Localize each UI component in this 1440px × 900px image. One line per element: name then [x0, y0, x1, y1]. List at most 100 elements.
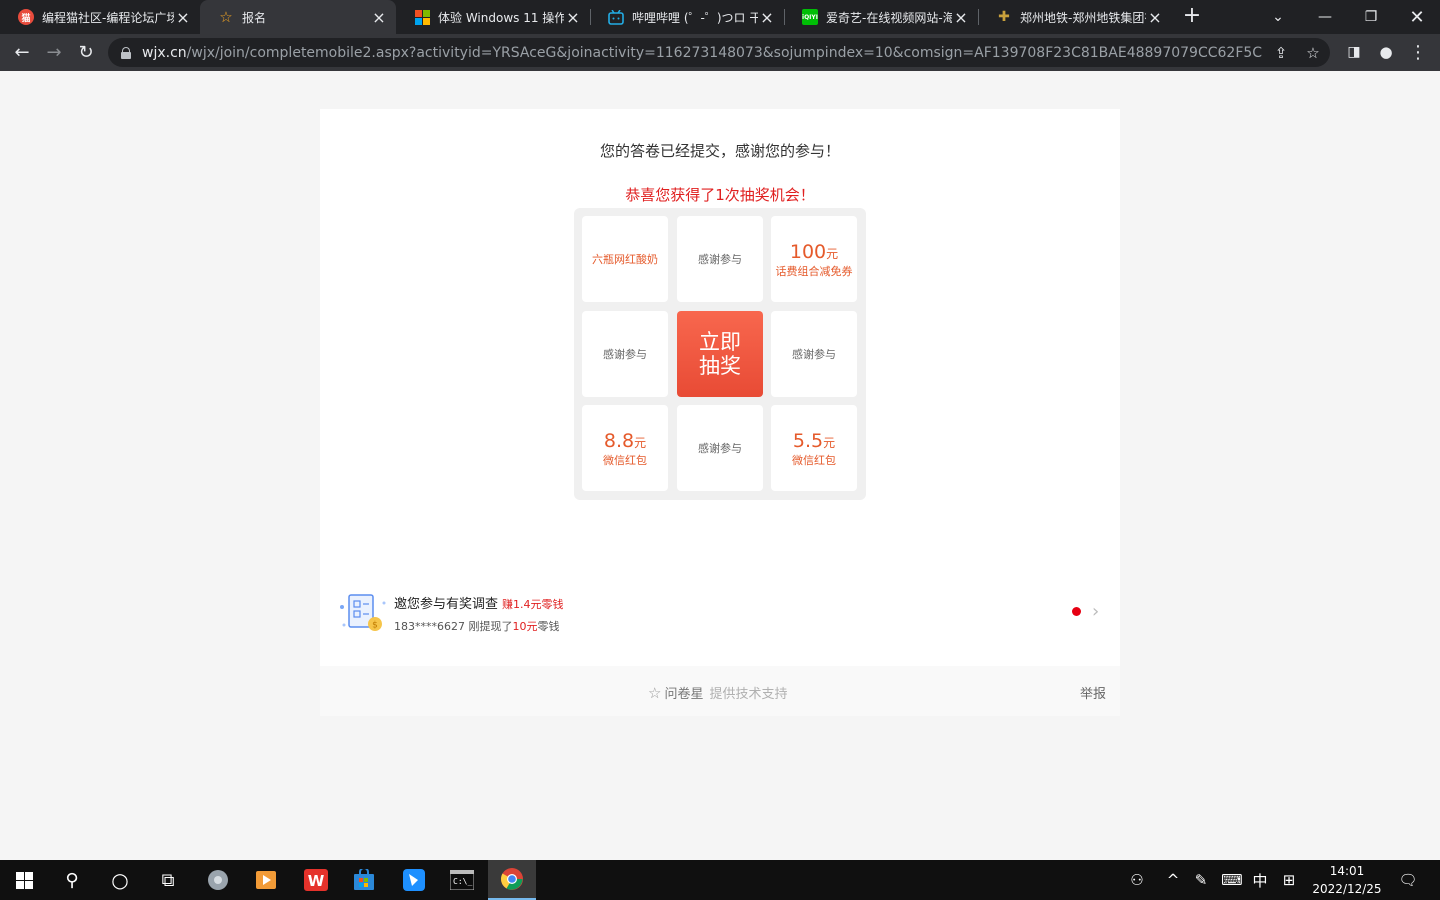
- share-icon[interactable]: ⇪: [1272, 44, 1290, 62]
- tab-title: 报名: [242, 10, 267, 25]
- prize-cell-wechat-5-5: 5.5元 微信红包: [771, 405, 857, 491]
- close-icon[interactable]: ×: [174, 8, 192, 27]
- brand-name: 问卷星: [664, 687, 704, 702]
- prize-label: 感谢参与: [698, 253, 742, 266]
- survey-promo-banner[interactable]: $ 邀您参与有奖调查 赚1.4元零钱 183****6627 刚提现了10元零钱 …: [338, 589, 1108, 639]
- disk-app-icon[interactable]: [194, 860, 242, 900]
- tab-baoming[interactable]: ☆ 报名 ×: [200, 0, 396, 34]
- close-icon[interactable]: ×: [952, 8, 970, 27]
- prize-label: 感谢参与: [603, 348, 647, 361]
- codemao-icon: 猫: [18, 9, 34, 25]
- promo-sub-suffix: 零钱: [537, 620, 560, 633]
- tab-title: 体验 Windows 11 操作系统: [438, 10, 564, 25]
- prize-cell-thanks: 感谢参与: [771, 311, 857, 397]
- feishu-app-icon[interactable]: [390, 860, 438, 900]
- svg-text:C:\_: C:\_: [453, 877, 472, 886]
- prize-amount: 5.5元: [793, 430, 835, 454]
- forward-arrow-icon[interactable]: →: [40, 38, 68, 66]
- clock-time: 14:01: [1329, 864, 1365, 878]
- close-icon[interactable]: ×: [370, 8, 388, 27]
- star-icon: ☆: [219, 8, 233, 26]
- ime-mode-icon[interactable]: ⊞: [1276, 860, 1302, 900]
- close-window-button[interactable]: ✕: [1394, 0, 1440, 34]
- report-link[interactable]: 举报: [1080, 683, 1106, 702]
- result-card: 您的答卷已经提交，感谢您的参与！ 恭喜您获得了1次抽奖机会！ 六瓶网红酸奶 感谢…: [320, 109, 1120, 666]
- amount-unit: 元: [634, 435, 647, 450]
- prize-label: 感谢参与: [792, 348, 836, 361]
- prize-label: 微信红包: [792, 453, 836, 467]
- prize-cell-yogurt: 六瓶网红酸奶: [582, 216, 668, 302]
- cortana-icon[interactable]: ○: [96, 860, 144, 900]
- prize-cell-thanks: 感谢参与: [677, 405, 763, 491]
- chevron-right-icon[interactable]: ›: [1092, 601, 1106, 622]
- people-icon[interactable]: ⚇: [1124, 860, 1150, 900]
- amount-unit: 元: [826, 246, 839, 261]
- tech-support-text: 提供技术支持: [709, 687, 788, 702]
- tab-title: 哔哩哔哩 (゜-゜)つロ 干杯: [632, 10, 758, 25]
- tab-bilibili[interactable]: 哔哩哔哩 (゜-゜)つロ 干杯 ×: [590, 0, 784, 34]
- wps-office-icon[interactable]: W: [292, 860, 340, 900]
- chevron-up-icon[interactable]: ^: [1160, 860, 1186, 900]
- back-arrow-icon[interactable]: ←: [8, 38, 36, 66]
- pen-icon[interactable]: ✎: [1188, 860, 1214, 900]
- reload-icon[interactable]: ↻: [72, 38, 100, 66]
- tab-search-chevron-icon[interactable]: ⌄: [1255, 0, 1301, 34]
- iqiyi-icon: iQIYI: [802, 9, 818, 25]
- store-icon[interactable]: [340, 860, 388, 900]
- search-icon[interactable]: ⚲: [48, 860, 96, 900]
- amount-unit: 元: [823, 435, 836, 450]
- ime-indicator[interactable]: 中: [1248, 860, 1272, 900]
- side-panel-icon[interactable]: ◨: [1340, 38, 1368, 66]
- address-bar[interactable]: wjx.cn/wjx/join/completemobile2.aspx?act…: [108, 38, 1330, 67]
- notification-center-icon[interactable]: 🗨: [1394, 860, 1422, 900]
- tab-strip: 猫 编程猫社区-编程论坛广场 × ☆ 报名 × 体验 Windows 11 操作…: [0, 0, 1440, 34]
- profile-icon[interactable]: ●: [1372, 38, 1400, 66]
- close-icon[interactable]: ×: [564, 8, 582, 27]
- promo-sub-user: 183****6627 刚提现了: [394, 620, 513, 633]
- wjx-brand[interactable]: ☆ 问卷星 提供技术支持: [648, 683, 788, 703]
- prize-cell-wechat-8-8: 8.8元 微信红包: [582, 405, 668, 491]
- chrome-icon[interactable]: [488, 860, 536, 900]
- restore-button[interactable]: ❐: [1348, 0, 1394, 34]
- lottery-grid: 六瓶网红酸奶 感谢参与 100元 话费组合减免券 感谢参与 立即抽奖 感谢参与 …: [574, 208, 866, 500]
- prize-cell-phone-coupon: 100元 话费组合减免券: [771, 216, 857, 302]
- tab-title: 郑州地铁-郑州地铁集团有限: [1020, 10, 1146, 25]
- prize-label: 话费组合减免券: [775, 264, 853, 278]
- bookmark-star-icon[interactable]: ☆: [1304, 44, 1322, 62]
- new-tab-button[interactable]: +: [1180, 5, 1204, 29]
- url-text[interactable]: wjx.cn/wjx/join/completemobile2.aspx?act…: [142, 45, 1262, 61]
- draw-now-button[interactable]: 立即抽奖: [677, 311, 763, 397]
- start-windows-icon[interactable]: [0, 860, 48, 900]
- prize-amount: 8.8元: [604, 430, 646, 454]
- windows-taskbar: ⚲ ○ ⧉ W C:\_ ⚇ ^ ✎ ⌨ 中 ⊞ 14:01 2022/12/2…: [0, 860, 1440, 900]
- page-footer: ☆ 问卷星 提供技术支持 举报: [320, 666, 1120, 716]
- prize-label: 六瓶网红酸奶: [592, 252, 658, 266]
- minimize-button[interactable]: —: [1302, 0, 1348, 34]
- menu-dots-icon[interactable]: ⋮: [1404, 38, 1432, 66]
- url-host: wjx.cn: [142, 44, 187, 61]
- tab-iqiyi[interactable]: iQIYI 爱奇艺-在线视频网站-海量 ×: [784, 0, 978, 34]
- keyboard-icon[interactable]: ⌨: [1218, 860, 1246, 900]
- metro-icon: ✚: [998, 9, 1010, 25]
- draw-button-label: 立即抽奖: [699, 330, 741, 378]
- system-clock[interactable]: 14:01 2022/12/25: [1300, 862, 1394, 898]
- tab-codemao[interactable]: 猫 编程猫社区-编程论坛广场 ×: [0, 0, 200, 34]
- clock-date: 2022/12/25: [1312, 882, 1382, 896]
- lock-icon[interactable]: [120, 46, 132, 59]
- tab-zhengzhou-metro[interactable]: ✚ 郑州地铁-郑州地铁集团有限 ×: [978, 0, 1172, 34]
- terminal-icon[interactable]: C:\_: [438, 860, 486, 900]
- survey-document-icon: $: [338, 591, 388, 635]
- task-view-icon[interactable]: ⧉: [144, 860, 192, 900]
- media-player-icon[interactable]: [242, 860, 290, 900]
- tab-windows11[interactable]: 体验 Windows 11 操作系统 ×: [396, 0, 590, 34]
- page-viewport: 您的答卷已经提交，感谢您的参与！ 恭喜您获得了1次抽奖机会！ 六瓶网红酸奶 感谢…: [0, 71, 1440, 860]
- tab-title: 编程猫社区-编程论坛广场: [42, 10, 174, 25]
- url-path: /wjx/join/completemobile2.aspx?activityi…: [186, 44, 1262, 61]
- prize-label: 感谢参与: [698, 442, 742, 455]
- star-outline-icon: ☆: [648, 683, 662, 702]
- congrats-message: 恭喜您获得了1次抽奖机会！: [625, 186, 815, 204]
- close-icon[interactable]: ×: [758, 8, 776, 27]
- close-icon[interactable]: ×: [1146, 8, 1164, 27]
- prize-amount: 100元: [790, 241, 838, 265]
- windows-logo-icon: [414, 9, 430, 25]
